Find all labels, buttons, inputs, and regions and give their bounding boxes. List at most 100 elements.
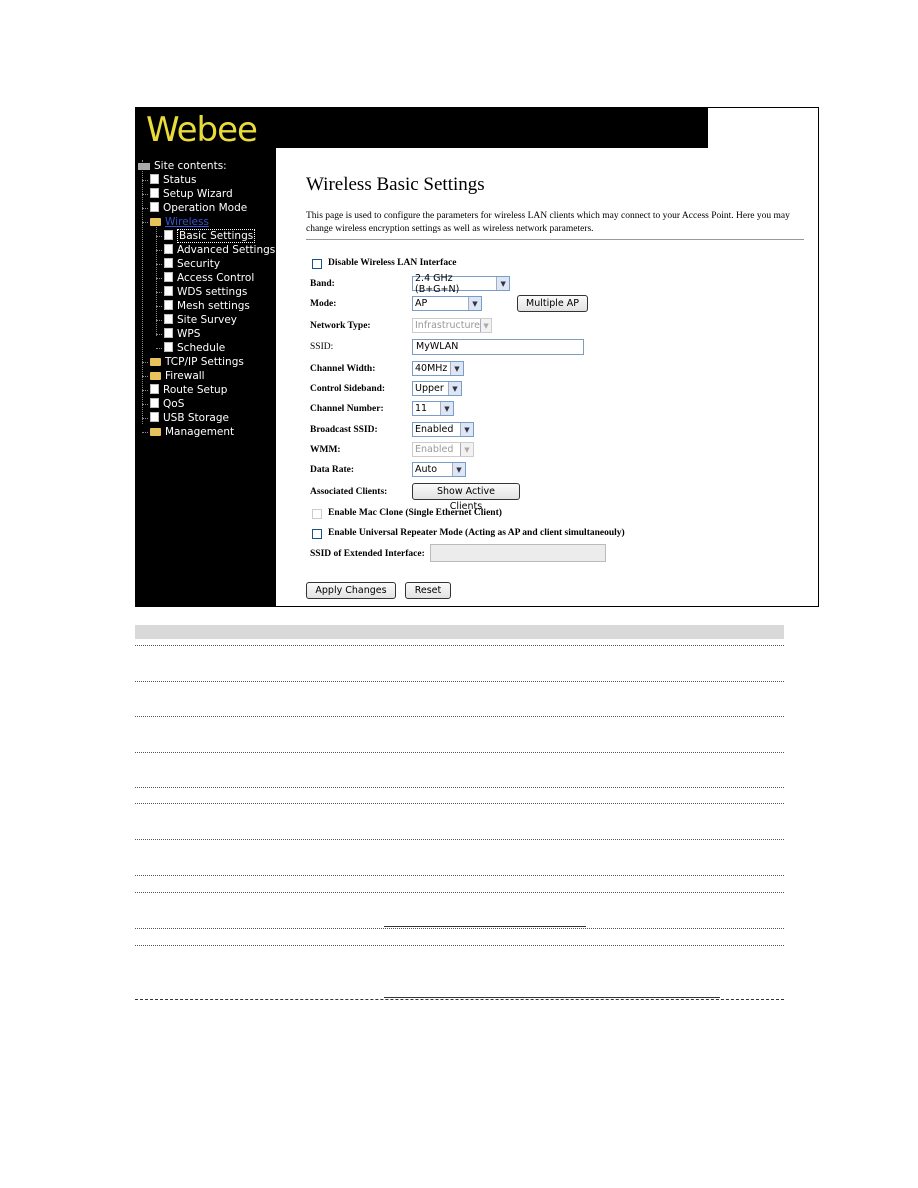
sidebar-item-label: Site Survey xyxy=(177,314,238,326)
multiple-ap-button[interactable]: Multiple AP xyxy=(517,295,588,312)
sidebar-item-advanced-settings[interactable]: Advanced Settings xyxy=(164,244,275,257)
sidebar-root-label: Site contents: xyxy=(154,160,227,172)
ssid-extended-label: SSID of Extended Interface: xyxy=(310,549,425,559)
sidebar-item-access-control[interactable]: Access Control xyxy=(164,272,254,285)
sidebar-item-wireless[interactable]: Wireless xyxy=(150,216,209,229)
mac-clone-checkbox[interactable] xyxy=(312,509,322,519)
sidebar-item-management[interactable]: Management xyxy=(150,426,234,439)
universal-repeater-checkbox[interactable] xyxy=(312,529,322,539)
site-contents-icon xyxy=(138,163,150,170)
underline xyxy=(384,926,586,927)
page-description: This page is used to configure the param… xyxy=(306,211,790,234)
sidebar-item-setup-wizard[interactable]: Setup Wizard xyxy=(150,188,233,201)
sidebar-item-label: QoS xyxy=(163,398,185,410)
page-icon xyxy=(150,398,159,408)
sidebar-item-label: Operation Mode xyxy=(163,202,248,214)
table-rule xyxy=(135,875,784,876)
sidebar-item-label: Mesh settings xyxy=(177,300,250,312)
tree-connector xyxy=(142,390,148,391)
sidebar-item-schedule[interactable]: Schedule xyxy=(164,342,225,355)
reset-button[interactable]: Reset xyxy=(405,582,451,599)
ssid-extended-input[interactable] xyxy=(430,544,606,562)
tree-connector xyxy=(156,292,162,293)
table-rule xyxy=(135,999,784,1000)
sidebar-item-label: USB Storage xyxy=(163,412,229,424)
ssid-input[interactable]: MyWLAN xyxy=(412,339,584,355)
broadcast-ssid-select[interactable]: Enabled ▼ xyxy=(412,422,474,437)
page-icon xyxy=(164,258,173,268)
sidebar-item-qos[interactable]: QoS xyxy=(150,398,184,411)
chevron-down-icon: ▼ xyxy=(460,443,473,456)
tree-connector xyxy=(156,306,162,307)
tree-connector xyxy=(156,320,162,321)
chevron-down-icon: ▼ xyxy=(496,277,509,290)
disable-wlan-checkbox[interactable] xyxy=(312,259,322,269)
sidebar-item-label: Setup Wizard xyxy=(163,188,233,200)
page-icon xyxy=(150,384,159,394)
control-sideband-select[interactable]: Upper ▼ xyxy=(412,381,462,396)
sidebar-item-wds-settings[interactable]: WDS settings xyxy=(164,286,247,299)
table-rule xyxy=(135,945,784,946)
divider xyxy=(306,239,804,240)
logo: Webee xyxy=(146,110,258,150)
underline xyxy=(384,997,720,998)
sidebar-item-mesh-settings[interactable]: Mesh settings xyxy=(164,300,250,313)
mode-select[interactable]: AP ▼ xyxy=(412,296,482,311)
disable-wlan-label: Disable Wireless LAN Interface xyxy=(328,258,457,268)
sidebar-item-firewall[interactable]: Firewall xyxy=(150,370,205,383)
tree-connector xyxy=(142,362,148,363)
wmm-select[interactable]: Enabled ▼ xyxy=(412,442,474,457)
sidebar-item-site-survey[interactable]: Site Survey xyxy=(164,314,237,327)
folder-icon xyxy=(150,428,161,436)
band-select[interactable]: 2.4 GHz (B+G+N) ▼ xyxy=(412,273,510,295)
table-rule xyxy=(135,645,784,646)
chevron-down-icon: ▼ xyxy=(440,402,453,415)
folder-icon xyxy=(150,218,161,226)
router-screenshot: Webee Site contents: Status Setup Wizard O… xyxy=(135,107,819,607)
tree-connector xyxy=(142,180,148,181)
broadcast-ssid-label: Broadcast SSID: xyxy=(310,425,378,435)
table-header xyxy=(135,625,784,639)
mode-label: Mode: xyxy=(310,299,337,309)
chevron-down-icon: ▼ xyxy=(452,463,465,476)
tree-connector xyxy=(156,334,162,335)
channel-width-label: Channel Width: xyxy=(310,364,376,374)
sidebar-item-route-setup[interactable]: Route Setup xyxy=(150,384,227,397)
network-type-select[interactable]: Infrastructure ▼ xyxy=(412,318,492,333)
table-rule xyxy=(135,928,784,929)
sidebar-item-wps[interactable]: WPS xyxy=(164,328,200,341)
data-rate-select[interactable]: Auto ▼ xyxy=(412,462,466,477)
sidebar-root: Site contents: xyxy=(138,160,227,173)
page-icon xyxy=(164,286,173,296)
page-icon xyxy=(164,300,173,310)
tree-connector xyxy=(156,250,162,251)
broadcast-ssid-value: Enabled xyxy=(415,424,454,435)
page-icon xyxy=(164,244,173,254)
sidebar-item-label: TCP/IP Settings xyxy=(165,356,244,368)
page-icon xyxy=(164,230,173,240)
channel-number-select[interactable]: 11 ▼ xyxy=(412,401,454,416)
sidebar-item-tcp-ip-settings[interactable]: TCP/IP Settings xyxy=(150,356,244,369)
channel-width-select[interactable]: 40MHz ▼ xyxy=(412,361,464,376)
channel-number-label: Channel Number: xyxy=(310,404,384,414)
table-rule xyxy=(135,681,784,682)
sidebar-item-status[interactable]: Status xyxy=(150,174,196,187)
tree-connector xyxy=(142,404,148,405)
sidebar-item-operation-mode[interactable]: Operation Mode xyxy=(150,202,247,215)
sidebar-item-security[interactable]: Security xyxy=(164,258,220,271)
data-rate-value: Auto xyxy=(415,464,438,475)
universal-repeater-label: Enable Universal Repeater Mode (Acting a… xyxy=(328,528,625,538)
sidebar-item-usb-storage[interactable]: USB Storage xyxy=(150,412,229,425)
sidebar-item-label: WDS settings xyxy=(177,286,248,298)
page-icon xyxy=(164,328,173,338)
apply-changes-button[interactable]: Apply Changes xyxy=(306,582,396,599)
page-icon xyxy=(164,272,173,282)
chevron-down-icon: ▼ xyxy=(450,362,463,375)
data-rate-label: Data Rate: xyxy=(310,465,355,475)
sidebar-item-basic-settings[interactable]: Basic Settings xyxy=(164,229,256,243)
folder-icon xyxy=(150,358,161,366)
channel-width-value: 40MHz xyxy=(415,363,448,374)
show-active-clients-button[interactable]: Show Active Clients xyxy=(412,483,520,512)
sidebar-item-label: WPS xyxy=(177,328,201,340)
ssid-label: SSID: xyxy=(310,342,334,352)
